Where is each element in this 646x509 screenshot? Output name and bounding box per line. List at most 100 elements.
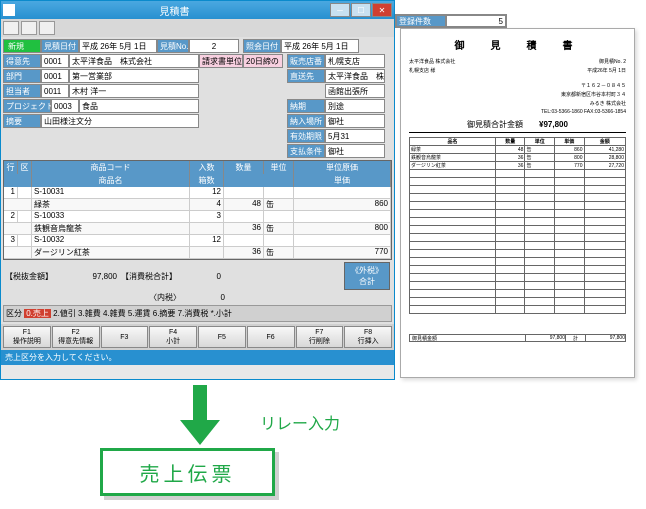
fkey-F3[interactable]: F3	[101, 326, 149, 348]
preview-row: 鉄観音烏龍茶36缶80028,800	[410, 154, 626, 162]
table-row[interactable]: 鉄観音烏龍茶36缶800	[4, 223, 391, 235]
table-row[interactable]: 2S-100333	[4, 211, 391, 223]
kbn-option[interactable]: 7.消費税	[175, 309, 208, 318]
preview-subt: 97,800	[525, 335, 565, 341]
req-unit: 20日締の	[243, 54, 283, 68]
preview-row: ダージリン紅茶36缶77027,720	[410, 162, 626, 170]
sales-slip-card: 売上伝票	[100, 448, 275, 496]
arrow-icon	[180, 385, 220, 445]
tot-v2: 0	[181, 272, 221, 281]
kbn-option[interactable]: 3.雑費	[76, 309, 101, 318]
preview-co: みるき 株式会社	[590, 100, 626, 107]
proj-code[interactable]: 0003	[51, 99, 79, 113]
proj-name[interactable]: 食品	[79, 99, 199, 113]
estimate-window: 見積書 ─ ☐ ✕ 新規 見積日付 平成 26年 5月 1日 見積No. 2 照…	[0, 0, 395, 380]
fkey-F6[interactable]: F6	[247, 326, 295, 348]
date-field[interactable]: 平成 26年 5月 1日	[79, 39, 157, 53]
col-uprice: 単位原価	[294, 161, 391, 174]
status-bar: 売上区分を入力してください。	[1, 350, 394, 365]
maximize-button[interactable]: ☐	[351, 3, 371, 17]
summary-label: 摘要	[3, 114, 41, 128]
tot-l3: 〈内税〉	[149, 292, 181, 303]
dest2[interactable]: 函館出張所	[325, 84, 385, 98]
fkey-F7[interactable]: F7行削除	[296, 326, 344, 348]
kbn-option[interactable]: 0.売上	[24, 309, 51, 318]
preview-addr2: 東京都新宿区市谷本村町３４	[561, 91, 626, 98]
info4-label: 支払条件	[287, 144, 325, 158]
close-button[interactable]: ✕	[372, 3, 392, 17]
kbn-bar: 区分 0.売上 2.値引 3.雑費 4.雑費 5.運賃 6.摘要 7.消費税 *…	[3, 305, 392, 322]
regcount-bar: 登録件数 5	[395, 14, 507, 28]
preview-no: 御見積No. 2	[599, 58, 626, 65]
col-line: 行	[4, 161, 18, 174]
kbn-option[interactable]: 5.運賃	[126, 309, 151, 318]
col-price: 単価	[294, 174, 391, 187]
preview-to2: 札幌支店 様	[409, 67, 435, 74]
person-code[interactable]: 0011	[41, 84, 69, 98]
inq-date-label: 照会日付	[243, 39, 281, 53]
preview-tax-lbl: 計	[565, 335, 585, 341]
dest-name[interactable]: 太平洋食品 株式会	[325, 69, 385, 83]
info2-label: 納入場所	[287, 114, 325, 128]
col-qty: 数量	[224, 161, 264, 174]
cust-name[interactable]: 太平洋食品 株式会社	[69, 54, 199, 68]
fkey-F4[interactable]: F4小計	[149, 326, 197, 348]
summary[interactable]: 山田様注文分	[41, 114, 199, 128]
preview-total-lbl: 御見積合計金額	[467, 120, 523, 129]
preview-subt-lbl: 御見積金額	[410, 335, 525, 341]
dept-name[interactable]: 第一営業部	[69, 69, 199, 83]
table-row[interactable]: 3S-1003212	[4, 235, 391, 247]
info2-val[interactable]: 御社	[325, 114, 385, 128]
relay-label: リレー入力	[260, 410, 340, 434]
kbn-option[interactable]: 6.摘要	[151, 309, 176, 318]
col-code: 商品コード	[32, 161, 190, 174]
tax-button[interactable]: 《外税》 合計	[344, 262, 390, 290]
info3-label: 有効期限	[287, 129, 325, 143]
preview-tax: 97,800	[585, 335, 625, 341]
preview-title: 御 見 積 書	[409, 37, 626, 52]
preview-date: 平成26年 5月 1日	[587, 67, 626, 74]
person-label: 担当者	[3, 84, 41, 98]
toolbar	[1, 19, 394, 37]
line-grid: 行 区 商品コード 入数 数量 単位 単位原価 商品名 箱数 単価 1S-100…	[3, 160, 392, 260]
toolbar-btn[interactable]	[3, 21, 19, 35]
toolbar-btn[interactable]	[21, 21, 37, 35]
fkey-F5[interactable]: F5	[198, 326, 246, 348]
info1-val[interactable]: 別途	[325, 99, 385, 113]
regcount-value: 5	[446, 15, 506, 27]
sales-name[interactable]: 札幌支店	[325, 54, 385, 68]
print-preview: 御 見 積 書 太平洋食品 株式会社 御見積No. 2 札幌支店 様 平成26年 5…	[400, 28, 635, 378]
preview-table: 品名数量単位単価金額 緑茶48缶86041,280鉄観音烏龍茶36缶80028,…	[409, 137, 626, 314]
date-label: 見積日付	[41, 39, 79, 53]
table-row[interactable]: ダージリン紅茶36缶770	[4, 247, 391, 259]
titlebar: 見積書 ─ ☐ ✕	[1, 1, 394, 19]
fkey-F1[interactable]: F1操作説明	[3, 326, 51, 348]
preview-total: ¥97,800	[539, 120, 568, 129]
inq-date-field[interactable]: 平成 26年 5月 1日	[281, 39, 359, 53]
kbn-option[interactable]: *.小計	[208, 309, 232, 318]
kbn-option[interactable]: 2.値引	[51, 309, 76, 318]
toolbar-btn[interactable]	[39, 21, 55, 35]
tot-v3: 0	[185, 293, 225, 302]
cust-label: 得意先	[3, 54, 41, 68]
cust-code[interactable]: 0001	[41, 54, 69, 68]
tot-l1: 【税抜金額】	[5, 271, 53, 282]
col-name: 商品名	[32, 174, 190, 187]
fkey-F8[interactable]: F8行挿入	[344, 326, 392, 348]
info1-label: 納期	[287, 99, 325, 113]
minimize-button[interactable]: ─	[330, 3, 350, 17]
info4-val[interactable]: 御社	[325, 144, 385, 158]
fkey-F2[interactable]: F2得意先情報	[52, 326, 100, 348]
dept-code[interactable]: 0001	[41, 69, 69, 83]
info3-val[interactable]: 5月31	[325, 129, 385, 143]
preview-to: 太平洋食品 株式会社	[409, 58, 455, 65]
no-label: 見積No.	[157, 39, 189, 53]
table-row[interactable]: 緑茶448缶860	[4, 199, 391, 211]
kbn-option[interactable]: 4.雑費	[101, 309, 126, 318]
no-field[interactable]: 2	[189, 39, 239, 53]
table-row[interactable]: 1S-1003112	[4, 187, 391, 199]
preview-tel: TEL:03-5366-1860 FAX:03-5366-1854	[541, 109, 626, 115]
totals: 【税抜金額】 97,800 【消費税合計】 0 《外税》 合計	[3, 260, 392, 292]
person-name[interactable]: 木村 洋一	[69, 84, 199, 98]
req-unit-label: 請求書単位	[199, 54, 243, 68]
